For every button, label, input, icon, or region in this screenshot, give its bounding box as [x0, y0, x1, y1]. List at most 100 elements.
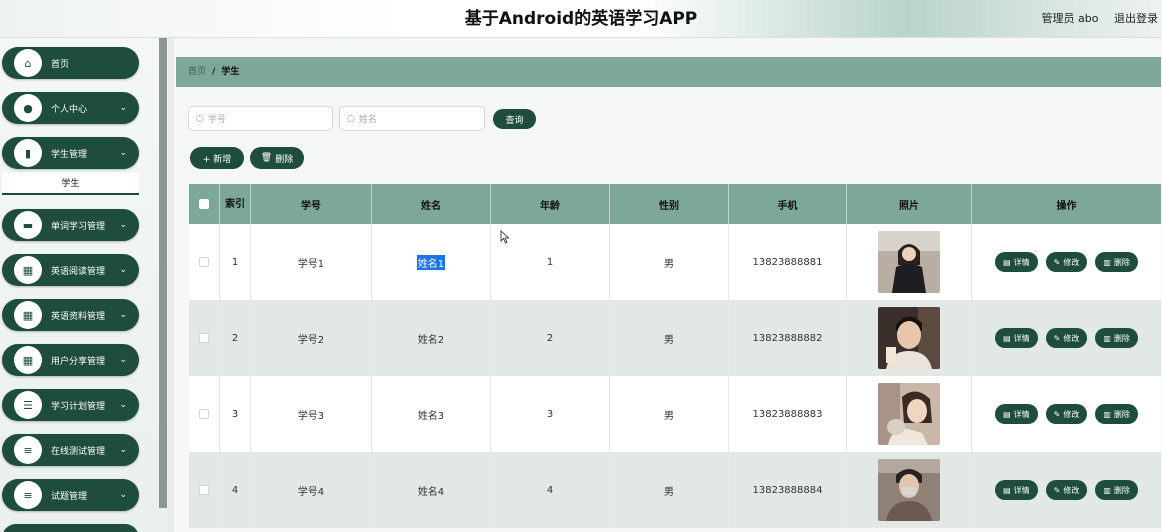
detail-button[interactable]: ▤ 详情 [995, 480, 1038, 500]
sidebar-item-word-learning[interactable]: ▬ 单词学习管理 ⌄ [2, 209, 139, 241]
table-header: 索引 学号 姓名 年龄 性别 手机 照片 操作 [189, 184, 1161, 224]
delete-button[interactable]: ▥ 删除 [1095, 252, 1138, 272]
cell-student-id: 学号2 [251, 300, 372, 376]
detail-button[interactable]: ▤ 详情 [995, 328, 1038, 348]
name-placeholder: 姓名 [358, 115, 377, 125]
sidebar-item-label: 学生管理 [51, 149, 88, 160]
sidebar-item-english-reading[interactable]: ▦ 英语阅读管理 ⌄ [2, 254, 139, 286]
row-checkbox[interactable] [199, 257, 209, 267]
chevron-down-icon: ⌄ [119, 355, 127, 365]
sidebar-item-user-share[interactable]: ▦ 用户分享管理 ⌄ [2, 344, 139, 376]
breadcrumb: 首页 / 学生 [176, 57, 1161, 87]
sidebar-subitem-student[interactable]: 学生 [2, 173, 139, 195]
chevron-down-icon: ⌄ [119, 265, 127, 275]
row-checkbox-cell[interactable] [189, 376, 220, 452]
top-bar: 基于Android的英语学习APP 管理员 abo 退出登录 [0, 0, 1162, 38]
cell-student-id: 学号1 [251, 224, 372, 300]
query-button[interactable]: 查询 [493, 109, 536, 129]
row-checkbox[interactable] [199, 409, 209, 419]
detail-button[interactable]: ▤ 详情 [995, 252, 1038, 272]
col-age[interactable]: 年龄 [491, 184, 610, 224]
detail-button[interactable]: ▤ 详情 [995, 404, 1038, 424]
row-checkbox-cell[interactable] [189, 452, 220, 528]
sidebar-item-student-management[interactable]: ▮ 学生管理 ⌄ [2, 137, 139, 169]
name-search-input[interactable]: ○ 姓名 [339, 106, 485, 131]
edit-button[interactable]: ✎ 修改 [1045, 480, 1088, 500]
logout-link[interactable]: 退出登录 [1114, 12, 1158, 25]
table-row: 2 学号2 姓名2 2 男 13823888882 ▤ 详情 ✎ 修改 ▥ 删除 [189, 300, 1161, 376]
add-button[interactable]: + 新增 [190, 147, 244, 169]
col-photo[interactable]: 照片 [847, 184, 972, 224]
row-checkbox[interactable] [199, 333, 209, 343]
row-checkbox-cell[interactable] [189, 224, 220, 300]
sidebar-scrollbar[interactable] [159, 38, 167, 508]
sidebar-item-label: 英语阅读管理 [51, 266, 106, 277]
cell-index: 2 [220, 300, 251, 376]
cell-name: 姓名1 [372, 224, 491, 300]
breadcrumb-separator: / [212, 67, 216, 77]
chevron-down-icon: ⌄ [119, 490, 127, 500]
col-index: 索引 [220, 184, 251, 224]
col-student-id[interactable]: 学号 [251, 184, 372, 224]
student-photo [878, 231, 940, 293]
sidebar-item-home[interactable]: ⌂ 首页 [2, 47, 139, 79]
cell-index: 1 [220, 224, 251, 300]
document-icon: ▤ [1003, 409, 1011, 419]
edit-button[interactable]: ✎ 修改 [1045, 404, 1088, 424]
select-all-cell[interactable] [189, 184, 220, 224]
sidebar-item-label: 单词学习管理 [51, 221, 106, 232]
search-icon: ○ [196, 113, 204, 124]
row-checkbox-cell[interactable] [189, 300, 220, 376]
cell-index: 3 [220, 376, 251, 452]
delete-button[interactable]: ▥ 删除 [1095, 480, 1138, 500]
cell-student-id: 学号4 [251, 452, 372, 528]
chevron-down-icon: ⌄ [119, 400, 127, 410]
breadcrumb-home[interactable]: 首页 [188, 67, 206, 77]
sidebar-item-question-bank[interactable]: ≡ 试题管理 ⌄ [2, 479, 139, 511]
user-icon: ● [14, 94, 42, 122]
document-icon: ▤ [1003, 485, 1011, 495]
detail-label: 详情 [1013, 333, 1030, 343]
delete-button[interactable]: ▥ 删除 [1095, 328, 1138, 348]
sidebar-item-partial[interactable] [2, 524, 139, 532]
home-icon: ⌂ [14, 49, 42, 77]
sidebar-item-label: 个人中心 [51, 104, 88, 115]
cell-actions: ▤ 详情 ✎ 修改 ▥ 删除 [972, 224, 1161, 300]
search-icon: ○ [347, 113, 355, 124]
user-area: 管理员 abo 退出登录 [1030, 0, 1158, 38]
col-gender[interactable]: 性别 [610, 184, 729, 224]
pencil-icon: ✎ [1053, 257, 1061, 267]
cell-actions: ▤ 详情 ✎ 修改 ▥ 删除 [972, 452, 1161, 528]
table-row: 3 学号3 姓名3 3 男 13823888883 ▤ 详情 ✎ 修改 ▥ 删除 [189, 376, 1161, 452]
sidebar-item-label: 用户分享管理 [51, 356, 106, 367]
list-icon: ≡ [14, 436, 42, 464]
cell-gender: 男 [610, 376, 729, 452]
student-photo [878, 307, 940, 369]
breadcrumb-current: 学生 [221, 67, 240, 77]
sidebar-item-label: 英语资料管理 [51, 311, 106, 322]
delete-label: 删除 [1113, 409, 1130, 419]
sidebar-item-online-test[interactable]: ≡ 在线测试管理 ⌄ [2, 434, 139, 466]
student-id-search-input[interactable]: ○ 学号 [188, 106, 333, 131]
delete-label: 删除 [1113, 333, 1130, 343]
chevron-down-icon: ⌄ [119, 148, 127, 158]
batch-delete-button[interactable]: 🗑 删除 [250, 147, 304, 169]
edit-button[interactable]: ✎ 修改 [1045, 252, 1088, 272]
delete-button[interactable]: ▥ 删除 [1095, 404, 1138, 424]
col-phone[interactable]: 手机 [729, 184, 847, 224]
batch-delete-label: 删除 [275, 154, 294, 165]
edit-label: 修改 [1063, 333, 1080, 343]
cell-student-id: 学号3 [251, 376, 372, 452]
edit-button[interactable]: ✎ 修改 [1045, 328, 1088, 348]
sidebar-item-label: 在线测试管理 [51, 446, 106, 457]
cell-actions: ▤ 详情 ✎ 修改 ▥ 删除 [972, 300, 1161, 376]
mouse-cursor-icon [500, 230, 510, 244]
row-checkbox[interactable] [199, 485, 209, 495]
select-all-checkbox[interactable] [199, 199, 209, 209]
sidebar-item-english-materials[interactable]: ▦ 英语资料管理 ⌄ [2, 299, 139, 331]
edit-label: 修改 [1063, 409, 1080, 419]
cell-phone: 13823888882 [729, 300, 847, 376]
col-name[interactable]: 姓名 [372, 184, 491, 224]
sidebar-item-study-plan[interactable]: ☰ 学习计划管理 ⌄ [2, 389, 139, 421]
sidebar-item-personal-center[interactable]: ● 个人中心 ⌄ [2, 92, 139, 124]
